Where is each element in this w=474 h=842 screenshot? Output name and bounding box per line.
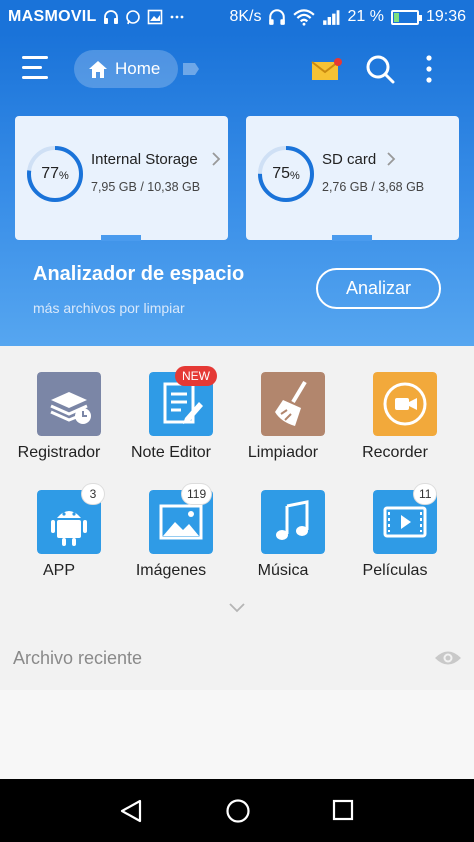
battery-fill [393, 12, 399, 22]
recent-files-section: Archivo reciente [0, 630, 474, 690]
clock: 19:36 [425, 8, 466, 25]
music-icon [261, 490, 325, 554]
chevron-down-icon[interactable] [229, 603, 245, 613]
tool-label: Recorder [362, 444, 428, 461]
tools-grid: Registrador NEW Note Editor Limpiador Re… [0, 346, 474, 630]
tool-imagenes[interactable]: 119 Imágenes [112, 464, 230, 582]
count-badge: 11 [414, 484, 437, 504]
home-nav-icon[interactable] [225, 798, 251, 824]
eye-icon[interactable] [434, 649, 462, 667]
back-icon[interactable] [120, 799, 142, 823]
battery-icon [390, 9, 422, 25]
register-icon [37, 372, 101, 436]
search-icon[interactable] [365, 54, 395, 84]
count-badge: 119 [182, 484, 212, 504]
mail-icon[interactable] [311, 57, 343, 81]
chevron-right-icon [212, 152, 221, 166]
whatsapp-icon [125, 10, 140, 25]
navigation-bar [0, 779, 474, 842]
breadcrumb-tag-icon[interactable] [183, 63, 199, 75]
signal-icon [323, 10, 340, 25]
overflow-menu-icon[interactable] [422, 54, 436, 84]
broom-icon [261, 372, 325, 436]
analyzer-subtitle: más archivos por limpiar [33, 300, 185, 316]
sd-card-card[interactable]: 75% SD card 2,76 GB / 3,68 GB [246, 116, 459, 241]
internal-storage-card[interactable]: 77% Internal Storage 7,95 GB / 10,38 GB [15, 116, 228, 241]
header-panel: Home 77% Internal Storage 7,95 GB / 10,3… [0, 34, 474, 346]
count-badge: 3 [82, 484, 104, 504]
tool-recorder[interactable]: Recorder [336, 346, 454, 464]
wifi-icon [293, 9, 316, 26]
analyze-button[interactable]: Analizar [316, 268, 441, 309]
tool-label: Películas [362, 562, 428, 579]
gallery-icon [147, 9, 162, 25]
more-dots-icon [170, 15, 184, 19]
status-bar: MASMOVIL 8K/s 21 % 19:36 [0, 0, 474, 34]
tool-peliculas[interactable]: 11 Películas [336, 464, 454, 582]
headset-icon [269, 9, 286, 25]
analyzer-title: Analizador de espacio [33, 263, 245, 285]
sd-sizes: 2,76 GB / 3,68 GB [322, 180, 425, 194]
sd-name: SD card [322, 151, 377, 168]
headphones-icon [103, 10, 118, 24]
battery-percent: 21 % [347, 8, 384, 25]
sd-percent: 75% [272, 165, 300, 182]
home-icon [89, 60, 107, 78]
notification-icons [103, 9, 185, 25]
menu-button[interactable] [22, 56, 50, 80]
tool-note-editor[interactable]: NEW Note Editor [112, 346, 230, 464]
storage-percent: 77% [41, 165, 69, 182]
storage-name: Internal Storage [91, 151, 198, 168]
recent-apps-icon[interactable] [332, 799, 354, 821]
recorder-icon [373, 372, 437, 436]
tool-app[interactable]: 3 APP [0, 464, 118, 582]
tool-limpiador[interactable]: Limpiador [224, 346, 342, 464]
recent-files-title: Archivo reciente [13, 648, 143, 668]
top-toolbar: Home [0, 34, 474, 104]
tool-musica[interactable]: Música [224, 464, 342, 582]
storage-sizes: 7,95 GB / 10,38 GB [91, 180, 201, 194]
tool-registrador[interactable]: Registrador [0, 346, 118, 464]
home-breadcrumb[interactable]: Home [74, 50, 178, 88]
new-badge: NEW [175, 366, 217, 386]
carrier-name: MASMOVIL [8, 8, 97, 25]
home-label: Home [115, 59, 161, 78]
network-speed: 8K/s [229, 8, 262, 25]
recent-files-list [0, 690, 474, 779]
chevron-right-icon [387, 152, 396, 166]
